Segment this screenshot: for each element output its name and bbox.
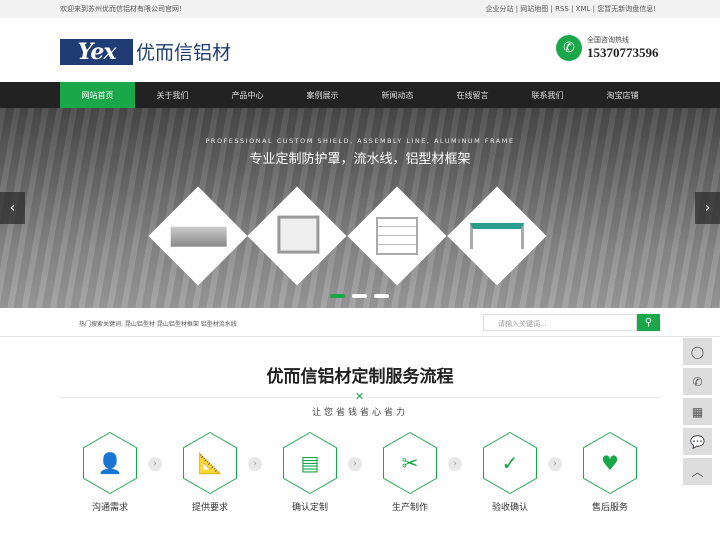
chevron-right-icon: ›	[448, 457, 462, 471]
chat-icon: 💬	[690, 434, 705, 449]
nav-cases[interactable]: 案例展示	[285, 82, 360, 108]
slide-dot[interactable]	[374, 294, 389, 298]
step-label: 提供要求	[191, 503, 228, 513]
nav-contact[interactable]: 联系我们	[510, 82, 585, 108]
chevron-right-icon: ›	[148, 457, 162, 471]
top-bar: 欢迎来到苏州优而信铝材有限公司官网! 企业分站 | 网站地图 | RSS | X…	[0, 0, 720, 18]
blueprint-icon: ▤	[300, 451, 320, 475]
qrcode-icon: ▦	[691, 404, 704, 419]
nav-about[interactable]: 关于我们	[135, 82, 210, 108]
nav-taobao[interactable]: 淘宝店铺	[585, 82, 660, 108]
step-confirm: ▤ 确认定制	[280, 432, 340, 513]
nav-home[interactable]: 网站首页	[60, 82, 135, 108]
prev-slide-button[interactable]: ‹	[0, 192, 25, 224]
nav-products[interactable]: 产品中心	[210, 82, 285, 108]
step-after-sales: ♥ 售后服务	[580, 432, 640, 513]
nav-news[interactable]: 新闻动态	[360, 82, 435, 108]
logo-mark: Yex	[60, 38, 133, 65]
header: Yex 优而信铝材 ✆ 全国咨询热线 15370773596	[0, 18, 720, 82]
ruler-pen-icon: 📐	[197, 451, 223, 475]
back-to-top-button[interactable]: ︿	[683, 458, 712, 485]
step-production: ✂ 生产制作	[380, 432, 440, 513]
step-acceptance: ✓ 验收确认	[480, 432, 540, 513]
phone-button[interactable]: ✆	[683, 368, 712, 395]
message-button[interactable]: 💬	[683, 428, 712, 455]
search-input[interactable]: 请输入关键词...	[483, 314, 637, 331]
chat-user-icon: 👤	[97, 451, 123, 475]
slide-dot[interactable]	[352, 294, 367, 298]
step-label: 验收确认	[491, 503, 528, 513]
top-links[interactable]: 企业分站 | 网站地图 | RSS | XML | 您暂无新询盘信息!	[485, 4, 656, 14]
search-bar: 热门搜索关键词: 昆山铝型材 昆山铝型材框架 铝型材流水线 请输入关键词... …	[0, 308, 720, 337]
step-label: 确认定制	[291, 503, 328, 513]
banner-slider[interactable]: PROFESSIONAL CUSTOM SHIELD, ASSEMBLY LIN…	[0, 108, 720, 308]
tools-cross-icon: ✕	[353, 390, 367, 403]
qq-button[interactable]: ◯	[683, 338, 712, 365]
chevron-right-icon: ›	[348, 457, 362, 471]
welcome-text: 欢迎来到苏州优而信铝材有限公司官网!	[60, 5, 182, 13]
step-requirements: 📐 提供要求	[180, 432, 240, 513]
qrcode-button[interactable]: ▦	[683, 398, 712, 425]
hot-keywords[interactable]: 热门搜索关键词: 昆山铝型材 昆山铝型材框架 铝型材流水线	[79, 319, 237, 328]
step-label: 售后服务	[591, 503, 628, 513]
tools-icon: ✂	[401, 451, 419, 475]
phone-icon: ✆	[692, 374, 703, 389]
nav-message[interactable]: 在线留言	[435, 82, 510, 108]
hotline: ✆ 全国咨询热线 15370773596	[556, 35, 659, 61]
slide-dots	[330, 294, 389, 298]
banner-english: PROFESSIONAL CUSTOM SHIELD, ASSEMBLY LIN…	[205, 137, 515, 145]
search-icon: ⚲	[644, 317, 653, 328]
chevron-right-icon: ›	[548, 457, 562, 471]
section-subtitle: 让您省钱省心省力	[311, 408, 408, 418]
next-slide-button[interactable]: ›	[695, 192, 720, 224]
main-nav: 网站首页 关于我们 产品中心 案例展示 新闻动态 在线留言 联系我们 淘宝店铺	[0, 82, 720, 108]
handshake-icon: ♥	[601, 451, 619, 475]
phone-icon: ✆	[556, 35, 582, 61]
search-button[interactable]: ⚲	[637, 314, 660, 331]
hotline-label: 全国咨询热线	[587, 36, 629, 44]
banner-heading: 专业定制防护罩，流水线，铝型材框架	[249, 152, 471, 167]
step-label: 沟通需求	[91, 503, 128, 513]
qq-icon: ◯	[690, 344, 705, 359]
document-check-icon: ✓	[501, 451, 519, 475]
step-label: 生产制作	[391, 503, 428, 513]
chevron-up-icon: ︿	[691, 465, 704, 479]
hotline-number: 15370773596	[587, 45, 659, 60]
logo-text: 优而信铝材	[136, 42, 232, 64]
section-title: 优而信铝材定制服务流程	[266, 367, 454, 387]
step-communicate: 👤 沟通需求	[80, 432, 140, 513]
chevron-right-icon: ›	[248, 457, 262, 471]
slide-dot[interactable]	[330, 294, 345, 298]
logo[interactable]: Yex 优而信铝材	[60, 38, 231, 65]
